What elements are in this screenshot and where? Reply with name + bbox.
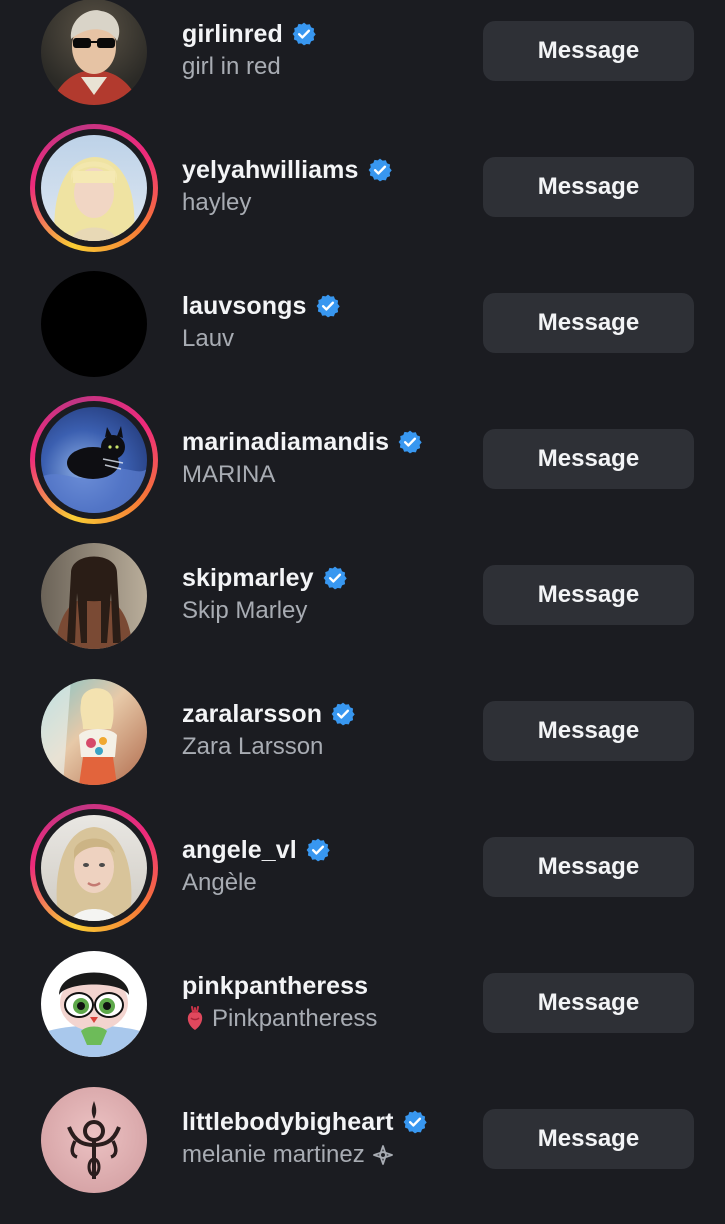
account-row-pinkpantheress[interactable]: pinkpantheress Pinkpantheress Message: [0, 951, 725, 1088]
verified-badge-icon: [316, 294, 340, 318]
black-cat-on-blue-satin-avatar: [41, 407, 147, 513]
full-name: melanie martinez: [182, 1141, 365, 1168]
account-row-yelyahwilliams[interactable]: yelyahwilliams hayley Message: [0, 124, 725, 272]
username[interactable]: angele_vl: [182, 836, 297, 865]
message-button[interactable]: Message: [483, 701, 694, 761]
username[interactable]: marinadiamandis: [182, 428, 389, 457]
verified-badge-icon: [368, 158, 392, 182]
verified-badge-icon: [292, 22, 316, 46]
username[interactable]: lauvsongs: [182, 292, 307, 321]
username[interactable]: pinkpantheress: [182, 972, 368, 1001]
anatomical-heart-icon: [187, 1006, 203, 1030]
sparkle-diamond-icon: [372, 1145, 393, 1165]
full-name: girl in red: [182, 53, 281, 80]
message-button[interactable]: Message: [483, 837, 694, 897]
account-row-angele-vl[interactable]: angele_vl Angèle Message: [0, 804, 725, 952]
avatar[interactable]: [30, 668, 158, 796]
story-ring-avatar[interactable]: [30, 396, 158, 524]
account-row-zaralarsson[interactable]: zaralarsson Zara Larsson Message: [0, 679, 725, 816]
verified-badge-icon: [323, 566, 347, 590]
wolfgang-portrait-sunglasses-avatar: [41, 0, 147, 105]
full-name: Zara Larsson: [182, 733, 324, 760]
full-name-line: Pinkpantheress: [182, 1003, 472, 1035]
avatar[interactable]: [30, 940, 158, 1068]
colorful-outfit-portrait-avatar: [41, 679, 147, 785]
full-name: Skip Marley: [182, 597, 308, 624]
account-row-girlinred[interactable]: girlinred girl in red Message: [0, 0, 725, 136]
verified-badge-icon: [403, 1110, 427, 1134]
avatar[interactable]: [30, 260, 158, 388]
verified-badge-icon: [306, 838, 330, 862]
verified-badge-icon: [331, 702, 355, 726]
blonde-bangs-portrait-avatar: [41, 135, 147, 241]
account-row-lauvsongs[interactable]: lauvsongs Lauv Message: [0, 271, 725, 408]
full-name: Pinkpantheress: [212, 1005, 378, 1032]
pink-symbol-logo-avatar: [41, 1087, 147, 1193]
story-ring-avatar[interactable]: [30, 124, 158, 252]
message-button[interactable]: Message: [483, 1109, 694, 1169]
message-button[interactable]: Message: [483, 157, 694, 217]
account-row-skipmarley[interactable]: skipmarley Skip Marley Message: [0, 543, 725, 680]
black-circle-avatar: [41, 271, 147, 377]
username[interactable]: yelyahwilliams: [182, 156, 359, 185]
message-button[interactable]: Message: [483, 293, 694, 353]
verified-badge-icon: [398, 430, 422, 454]
message-button[interactable]: Message: [483, 21, 694, 81]
full-name: Lauv: [182, 325, 235, 352]
cartoon-girl-big-eyes-avatar: [41, 951, 147, 1057]
avatar[interactable]: [30, 532, 158, 660]
avatar[interactable]: [30, 1076, 158, 1204]
full-name-line: melanie martinez: [182, 1139, 472, 1171]
avatar[interactable]: [30, 0, 158, 116]
username[interactable]: littlebodybigheart: [182, 1108, 394, 1137]
story-ring-avatar[interactable]: [30, 804, 158, 932]
account-row-marinadiamandis[interactable]: marinadiamandis MARINA Message: [0, 396, 725, 544]
username[interactable]: zaralarsson: [182, 700, 322, 729]
blonde-hair-portrait-avatar: [41, 815, 147, 921]
account-row-littlebodybigheart[interactable]: littlebodybigheart melanie martinez Mess…: [0, 1087, 725, 1224]
suggested-accounts-list: girlinred girl in red Message yelyahwill…: [0, 0, 725, 1200]
message-button[interactable]: Message: [483, 973, 694, 1033]
message-button[interactable]: Message: [483, 565, 694, 625]
full-name: Angèle: [182, 869, 257, 896]
username[interactable]: skipmarley: [182, 564, 314, 593]
dreadlocks-portrait-avatar: [41, 543, 147, 649]
full-name: hayley: [182, 189, 252, 216]
message-button[interactable]: Message: [483, 429, 694, 489]
username[interactable]: girlinred: [182, 20, 283, 49]
full-name: MARINA: [182, 461, 276, 488]
